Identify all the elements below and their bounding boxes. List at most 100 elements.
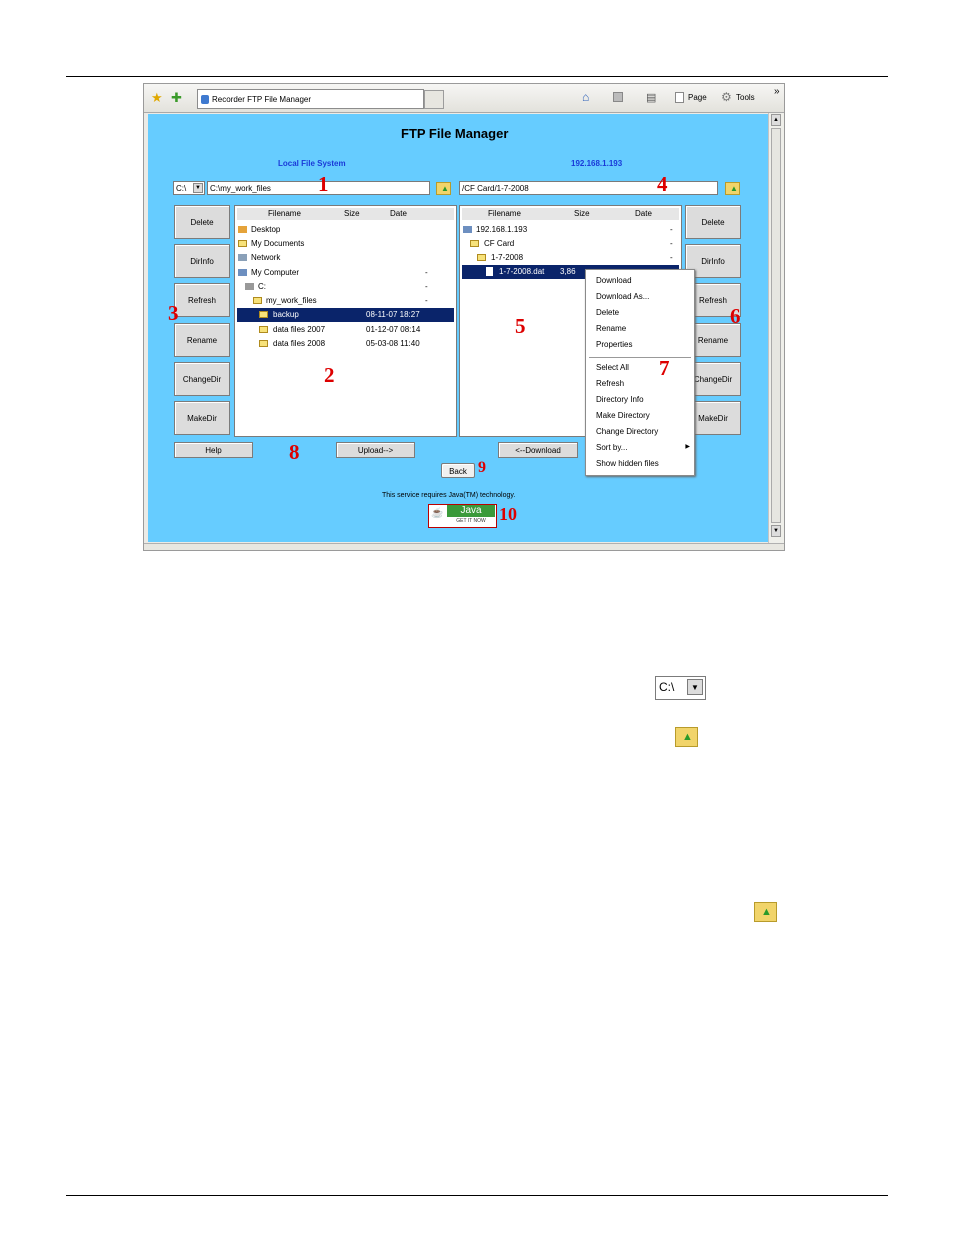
page-menu-icon[interactable] (675, 92, 684, 103)
drive-icon (245, 283, 254, 290)
feeds-icon[interactable] (613, 92, 623, 102)
java-badge-text: Java (447, 505, 495, 517)
menu-separator (589, 357, 691, 358)
tools-gear-icon[interactable]: ⚙ (721, 90, 732, 104)
callout-1: 1 (318, 172, 329, 196)
local-list-header: Filename Size Date (237, 208, 454, 220)
file-icon (486, 267, 493, 276)
remote-delete-button[interactable]: Delete (685, 205, 741, 239)
chevron-down-icon: ▼ (687, 679, 703, 695)
drive-dropdown-sample-value: C:\ (659, 680, 675, 694)
list-item[interactable]: My Computer - (237, 266, 454, 280)
callout-2: 2 (324, 363, 335, 387)
menu-item-show-hidden[interactable]: Show hidden files (596, 459, 659, 468)
list-item-selected[interactable]: backup 08-11-07 18:27 (237, 308, 454, 322)
menu-item-refresh[interactable]: Refresh (596, 379, 624, 388)
up-arrow-icon: ▲ (761, 906, 772, 918)
home-icon[interactable]: ⌂ (582, 90, 589, 104)
download-button[interactable]: <--Download (498, 442, 578, 458)
menu-item-download[interactable]: Download (596, 276, 632, 285)
local-file-list[interactable]: Filename Size Date Desktop My Documents … (234, 205, 457, 437)
help-button[interactable]: Help (174, 442, 253, 458)
callout-3: 3 (168, 301, 179, 325)
back-button[interactable]: Back (441, 463, 475, 478)
toolbar-overflow-chevron[interactable]: » (774, 86, 780, 97)
vertical-scrollbar[interactable]: ▲ ▼ (768, 113, 784, 543)
java-get-it-badge[interactable]: ☕ Java GET IT NOW (428, 504, 497, 528)
menu-item-change-directory[interactable]: Change Directory (596, 427, 658, 436)
folder-icon (259, 326, 268, 333)
menu-item-directory-info[interactable]: Directory Info (596, 395, 644, 404)
java-cup-icon: ☕ (431, 508, 444, 519)
menu-item-make-directory[interactable]: Make Directory (596, 411, 650, 420)
status-bar (144, 543, 784, 550)
drive-select[interactable]: C:\ ▼ (173, 181, 205, 195)
up-arrow-icon: ▲ (682, 731, 693, 743)
callout-6: 6 (730, 304, 741, 328)
browser-tab[interactable]: Recorder FTP File Manager (197, 89, 424, 109)
page-title: FTP File Manager (401, 126, 509, 141)
list-item[interactable]: data files 2007 01-12-07 08:14 (237, 323, 454, 337)
col-size[interactable]: Size (574, 209, 590, 218)
add-favorites-icon[interactable]: ✚ (171, 90, 182, 106)
remote-list-header: Filename Size Date (462, 208, 679, 220)
new-tab-button[interactable] (424, 90, 444, 109)
menu-item-rename[interactable]: Rename (596, 324, 626, 333)
list-item[interactable]: 192.168.1.193 - (462, 223, 679, 237)
submenu-arrow-icon: ▶ (685, 444, 690, 450)
bottom-rule (66, 1195, 888, 1196)
network-icon (238, 254, 247, 261)
up-arrow-icon: ▲ (441, 184, 449, 193)
local-dirinfo-button[interactable]: DirInfo (174, 244, 230, 278)
ie-page-icon (201, 95, 209, 104)
local-makedir-button[interactable]: MakeDir (174, 401, 230, 435)
local-changedir-button[interactable]: ChangeDir (174, 362, 230, 396)
local-refresh-button[interactable]: Refresh (174, 283, 230, 317)
scroll-up-arrow-icon[interactable]: ▲ (771, 114, 781, 126)
upload-button[interactable]: Upload--> (336, 442, 415, 458)
menu-item-sort-by[interactable]: Sort by... (596, 443, 627, 452)
folder-icon (259, 311, 268, 318)
local-go-up-folder-icon[interactable]: ▲ (436, 182, 451, 195)
page-menu[interactable]: Page (688, 93, 707, 102)
col-filename[interactable]: Filename (488, 209, 521, 218)
print-icon[interactable]: ▤ (646, 91, 656, 104)
drive-value: C:\ (176, 184, 187, 193)
scroll-thumb[interactable] (771, 128, 781, 523)
open-folder-icon (253, 297, 262, 304)
col-date[interactable]: Date (390, 209, 407, 218)
col-size[interactable]: Size (344, 209, 360, 218)
menu-item-properties[interactable]: Properties (596, 340, 632, 349)
list-item[interactable]: C: - (237, 280, 454, 294)
menu-item-select-all[interactable]: Select All (596, 363, 629, 372)
favorites-star-icon[interactable]: ★ (151, 90, 163, 106)
browser-toolbar: ★ ✚ Recorder FTP File Manager ⌂ ▤ Page ⚙… (144, 84, 784, 113)
menu-item-delete[interactable]: Delete (596, 308, 619, 317)
callout-5: 5 (515, 314, 526, 338)
open-folder-icon (470, 240, 479, 247)
col-filename[interactable]: Filename (268, 209, 301, 218)
desktop-icon (238, 226, 247, 233)
scroll-down-arrow-icon[interactable]: ▼ (771, 525, 781, 537)
list-item[interactable]: Desktop (237, 223, 454, 237)
callout-10: 10 (499, 504, 517, 524)
list-item[interactable]: data files 2008 05-03-08 11:40 (237, 337, 454, 351)
chevron-down-icon[interactable]: ▼ (193, 183, 203, 193)
remote-go-up-folder-icon[interactable]: ▲ (725, 182, 740, 195)
menu-item-download-as[interactable]: Download As... (596, 292, 649, 301)
local-rename-button[interactable]: Rename (174, 323, 230, 357)
col-date[interactable]: Date (635, 209, 652, 218)
my-documents-icon (238, 240, 247, 247)
ftp-applet: FTP File Manager Local File System 192.1… (148, 114, 768, 542)
list-item[interactable]: My Documents (237, 237, 454, 251)
local-delete-button[interactable]: Delete (174, 205, 230, 239)
remote-path-input[interactable]: /CF Card/1-7-2008 (459, 181, 718, 195)
tools-menu[interactable]: Tools (736, 93, 755, 102)
folder-icon (259, 340, 268, 347)
list-item[interactable]: Network (237, 251, 454, 265)
list-item[interactable]: my_work_files - (237, 294, 454, 308)
list-item[interactable]: CF Card - (462, 237, 679, 251)
remote-label: 192.168.1.193 (571, 159, 623, 168)
callout-4: 4 (657, 172, 668, 196)
list-item[interactable]: 1-7-2008 - (462, 251, 679, 265)
